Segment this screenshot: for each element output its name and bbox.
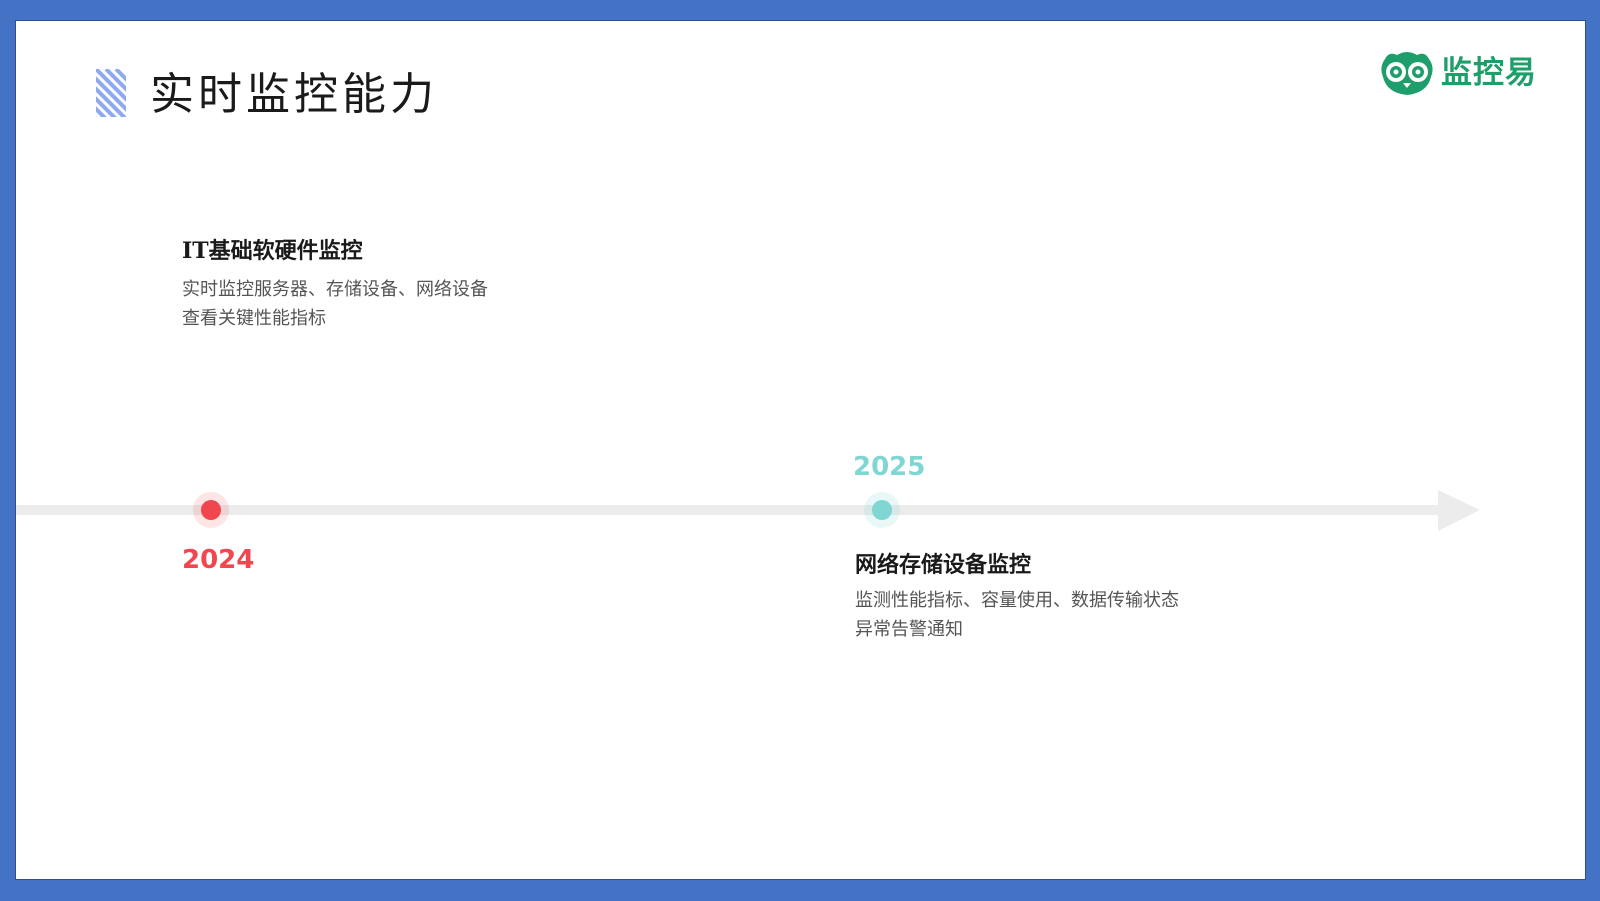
milestone-2025-desc-line-2: 异常告警通知 [855,619,963,640]
timeline-track [16,505,1446,515]
milestone-2025-desc-line-1: 监测性能指标、容量使用、数据传输状态 [855,590,1179,611]
milestone-2025-dot [872,500,892,520]
milestone-2024-desc-line-2: 查看关键性能指标 [182,308,326,329]
timeline-arrow-icon [1438,490,1480,531]
slide: 实时监控能力 监控易 IT基础软硬件监控 实时监控服务器、存储设备、网络设备 查… [15,20,1586,880]
timeline [16,490,1480,531]
milestone-2024-dot [201,500,221,520]
milestone-2025-year: 2025 [853,452,926,482]
milestone-2024-title: IT基础软硬件监控 [182,238,363,264]
milestone-2024-year: 2024 [182,545,255,575]
milestone-2024-desc-line-1: 实时监控服务器、存储设备、网络设备 [182,279,488,300]
milestone-2025-title: 网络存储设备监控 [855,552,1032,578]
